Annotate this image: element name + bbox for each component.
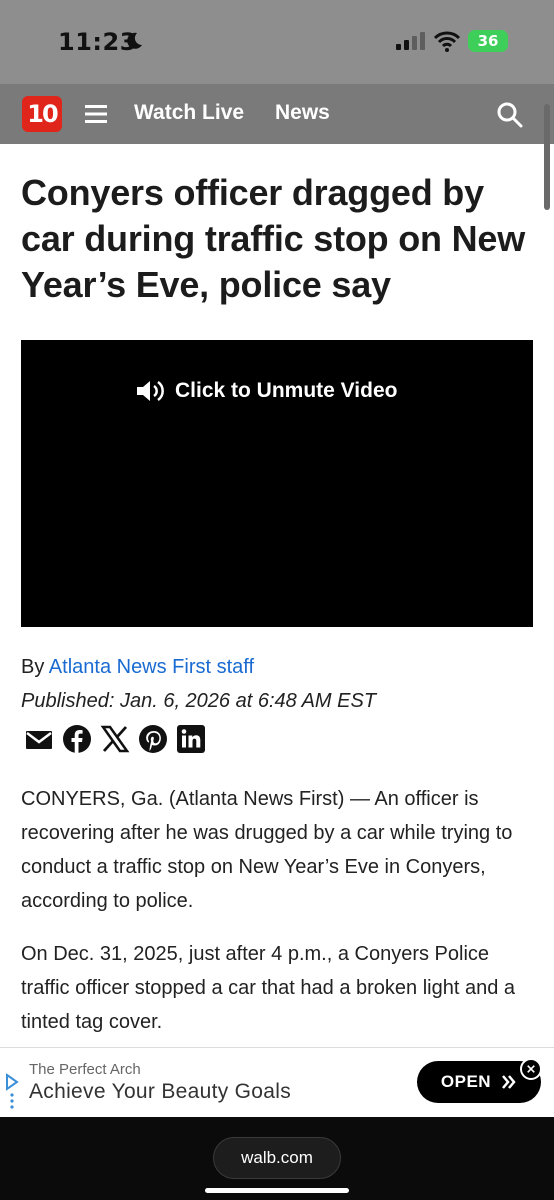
moon-icon xyxy=(127,32,142,49)
home-indicator[interactable] xyxy=(205,1188,349,1193)
article-headline: Conyers officer dragged by car during tr… xyxy=(21,172,526,305)
ad-banner[interactable]: The Perfect Arch Achieve Your Beauty Goa… xyxy=(0,1047,554,1117)
wifi-icon xyxy=(434,31,460,52)
status-bar: 11:23 36 xyxy=(0,0,554,84)
search-icon[interactable] xyxy=(496,101,524,129)
cellular-signal-icon xyxy=(396,32,425,50)
nav-news-link[interactable]: News xyxy=(275,101,330,125)
ad-open-label: OPEN xyxy=(440,1072,492,1091)
site-logo[interactable]: 10 xyxy=(22,96,62,132)
byline: By Atlanta News First staff xyxy=(21,656,254,679)
video-player[interactable]: Click to Unmute Video xyxy=(21,340,533,627)
linkedin-icon[interactable] xyxy=(176,724,206,754)
email-icon[interactable] xyxy=(24,724,54,754)
unmute-label: Click to Unmute Video xyxy=(175,379,398,402)
author-link[interactable]: Atlanta News First staff xyxy=(49,656,254,678)
site-header: 10 Watch Live News xyxy=(0,84,554,144)
ad-brand: The Perfect Arch xyxy=(29,1061,141,1078)
byline-prefix: By xyxy=(21,656,49,678)
share-buttons xyxy=(24,724,206,754)
address-bar[interactable]: walb.com xyxy=(213,1137,341,1179)
hamburger-menu-icon[interactable] xyxy=(85,104,107,124)
ad-headline: Achieve Your Beauty Goals xyxy=(29,1080,292,1103)
published-date: Published: Jan. 6, 2026 at 6:48 AM EST xyxy=(21,690,377,712)
battery-level: 36 xyxy=(477,32,499,50)
speaker-icon xyxy=(137,380,164,402)
scrollbar[interactable] xyxy=(544,104,550,210)
unmute-button[interactable]: Click to Unmute Video xyxy=(135,378,397,404)
pinterest-icon[interactable] xyxy=(138,724,168,754)
x-icon[interactable] xyxy=(100,724,130,754)
ad-choices-icon[interactable] xyxy=(4,1072,20,1112)
ad-close-icon[interactable] xyxy=(520,1058,542,1080)
battery-indicator: 36 xyxy=(468,30,508,52)
article-paragraph: On Dec. 31, 2025, just after 4 p.m., a C… xyxy=(21,943,516,1033)
article-paragraph: CONYERS, Ga. (Atlanta News First) — An o… xyxy=(21,788,513,912)
double-chevron-right-icon xyxy=(502,1075,516,1089)
nav-watch-live-link[interactable]: Watch Live xyxy=(134,101,244,125)
facebook-icon[interactable] xyxy=(62,724,92,754)
